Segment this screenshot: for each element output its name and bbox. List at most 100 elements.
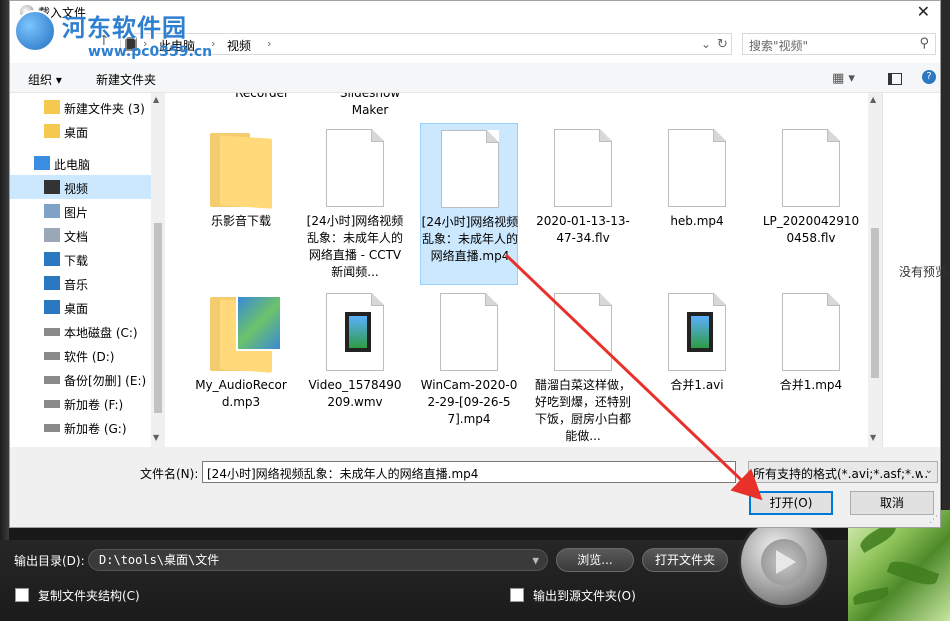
file-icon xyxy=(668,129,726,207)
file-item[interactable]: heb.mp4 xyxy=(648,123,746,273)
file-item[interactable]: 合并1.mp4 xyxy=(762,287,860,437)
file-item[interactable]: 乐影音下载 xyxy=(192,123,290,273)
file-scroll-thumb[interactable] xyxy=(871,228,879,378)
nav-item[interactable]: 软件 (D:) xyxy=(10,343,152,367)
file-item[interactable]: LP_20200429100458.flv xyxy=(762,123,860,273)
nav-item-label: 桌面 xyxy=(64,302,89,316)
preview-pane: 没有预览。 xyxy=(882,93,950,447)
file-icon xyxy=(554,293,612,371)
video-file-icon xyxy=(326,293,384,371)
nav-item[interactable]: 桌面 xyxy=(10,119,152,143)
nav-item[interactable]: 下载 xyxy=(10,247,152,271)
file-name: [24小时]网络视频乱象：未成年人的网络直播 - CCTV 新闻频... xyxy=(306,214,404,279)
file-item[interactable]: 合并1.avi xyxy=(648,287,746,437)
nav-item[interactable]: 图片 xyxy=(10,199,152,223)
scroll-down-icon[interactable]: ▼ xyxy=(153,433,159,442)
file-item[interactable]: 2020-01-13-13-47-34.flv xyxy=(534,123,632,273)
chevron-right-icon: › xyxy=(211,37,216,50)
dialog-titlebar: 载入文件 ✕ xyxy=(10,1,940,23)
file-item[interactable]: 醋溜白菜这样做，好吃到爆，还特别下饭，厨房小白都能做... xyxy=(534,287,632,443)
address-bar[interactable]: › 此电脑 › 视频 › ⌄ ↻ xyxy=(120,33,732,55)
nav-item[interactable]: 此电脑 xyxy=(10,151,152,175)
nav-scrollbar[interactable]: ▲ ▼ xyxy=(151,93,165,447)
nav-item[interactable]: 新加卷 (G:) xyxy=(10,415,152,439)
nav-item-label: 文档 xyxy=(64,230,89,244)
browse-button[interactable]: 浏览... xyxy=(556,548,634,572)
file-icon xyxy=(440,293,498,371)
breadcrumb-videos[interactable]: 视频 xyxy=(227,37,251,54)
nav-item[interactable]: 桌面 xyxy=(10,295,152,319)
chevron-right-icon: › xyxy=(267,37,272,50)
output-to-source-checkbox[interactable] xyxy=(510,588,524,602)
nav-item[interactable]: 文档 xyxy=(10,223,152,247)
nav-scroll-thumb[interactable] xyxy=(154,223,162,413)
nav-item[interactable]: 音乐 xyxy=(10,271,152,295)
file-name: My_AudioRecord.mp3 xyxy=(195,378,287,409)
chevron-down-icon: ⌄ xyxy=(921,465,933,476)
file-scrollbar[interactable]: ▲ ▼ xyxy=(868,93,882,447)
folder-icon xyxy=(210,295,282,373)
new-folder-button[interactable]: 新建文件夹 xyxy=(96,71,156,88)
file-type-value: 所有支持的格式(*.avi;*.asf;*.wr xyxy=(753,467,930,481)
nav-item-label: 此电脑 xyxy=(54,158,91,172)
nav-item-label: 下载 xyxy=(64,254,89,268)
start-convert-button[interactable] xyxy=(738,516,830,608)
nav-item[interactable]: 本地磁盘 (C:) xyxy=(10,319,152,343)
play-icon xyxy=(776,550,796,574)
file-item[interactable]: My_AudioRecord.mp3 xyxy=(192,287,290,437)
file-type-select[interactable]: 所有支持的格式(*.avi;*.asf;*.wr ⌄ xyxy=(748,461,938,483)
copy-structure-checkbox[interactable] xyxy=(15,588,29,602)
video-file-icon xyxy=(668,293,726,371)
video-folder-icon xyxy=(125,37,137,51)
output-dir-dropdown-icon[interactable]: ▼ xyxy=(532,553,539,568)
preview-pane-icon[interactable] xyxy=(888,73,902,85)
filename-label: 文件名(N): xyxy=(140,467,199,481)
view-options-icon[interactable]: ▦ ▾ xyxy=(832,71,855,86)
resize-grip-icon[interactable]: ⋰ xyxy=(929,515,938,525)
file-icon xyxy=(326,129,384,207)
scroll-up-icon[interactable]: ▲ xyxy=(153,95,159,104)
cancel-button[interactable]: 取消 xyxy=(850,491,934,515)
folder-icon xyxy=(44,124,60,138)
search-input[interactable]: 搜索"视频" ⚲ xyxy=(742,33,936,55)
nav-item-label: 图片 xyxy=(64,206,89,220)
nav-item-label: 备份[勿删] (E:) xyxy=(64,374,147,388)
nav-item-label: 新加卷 (G:) xyxy=(64,422,127,436)
scroll-down-icon[interactable]: ▼ xyxy=(870,433,876,442)
file-name: WinCam-2020-02-29-[09-26-57].mp4 xyxy=(420,378,518,426)
toolbar: 组织 ▾ 新建文件夹 ▦ ▾ ? xyxy=(10,63,940,93)
file-name: LP_20200429100458.flv xyxy=(762,214,860,245)
nav-item-label: 桌面 xyxy=(64,126,89,140)
output-dir-field[interactable]: D:\tools\桌面\文件 ▼ xyxy=(88,549,548,571)
breadcrumb-this-pc[interactable]: 此电脑 xyxy=(159,37,195,54)
nav-item[interactable]: 新建文件夹 (3) xyxy=(10,95,152,119)
documents-icon xyxy=(44,228,60,242)
filename-input[interactable]: [24小时]网络视频乱象：未成年人的网络直播.mp4 xyxy=(202,461,736,483)
nav-item-label: 新加卷 (F:) xyxy=(64,398,124,412)
up-arrow-icon[interactable]: ↑ xyxy=(98,33,110,49)
open-button[interactable]: 打开(O) xyxy=(749,491,833,515)
scroll-up-icon[interactable]: ▲ xyxy=(870,95,876,104)
organize-menu[interactable]: 组织 ▾ xyxy=(28,71,62,88)
refresh-icon[interactable]: ↻ xyxy=(717,37,728,52)
copy-structure-label: 复制文件夹结构(C) xyxy=(38,589,140,603)
open-file-dialog: 载入文件 ✕ ↑ › 此电脑 › 视频 › ⌄ ↻ 搜索"视频" ⚲ 组织 ▾ … xyxy=(9,0,950,528)
nav-item[interactable]: 视频 xyxy=(10,175,152,199)
file-item[interactable]: WinCam-2020-02-29-[09-26-57].mp4 xyxy=(420,287,518,437)
close-icon[interactable]: ✕ xyxy=(917,2,930,21)
file-item[interactable]: [24小时]网络视频乱象：未成年人的网络直播 - CCTV 新闻频... xyxy=(306,123,404,279)
file-name: 乐影音下载 xyxy=(210,214,271,228)
nav-item[interactable]: 新加卷 (F:) xyxy=(10,391,152,415)
nav-item[interactable]: 备份[勿删] (E:) xyxy=(10,367,152,391)
file-item[interactable]: [24小时]网络视频乱象：未成年人的网络直播.mp4 xyxy=(420,123,518,285)
chevron-down-icon[interactable]: ⌄ xyxy=(701,37,711,51)
help-icon[interactable]: ? xyxy=(922,70,936,84)
open-folder-button[interactable]: 打开文件夹 xyxy=(642,548,728,572)
search-placeholder: 搜索"视频" xyxy=(749,39,809,53)
output-dir-label: 输出目录(D): xyxy=(14,554,85,568)
drive-icon xyxy=(44,352,60,360)
file-icon xyxy=(782,129,840,207)
file-item[interactable]: Video_1578490209.wmv xyxy=(306,287,404,437)
file-name: 合并1.mp4 xyxy=(779,378,843,392)
file-name: 2020-01-13-13-47-34.flv xyxy=(536,214,630,245)
